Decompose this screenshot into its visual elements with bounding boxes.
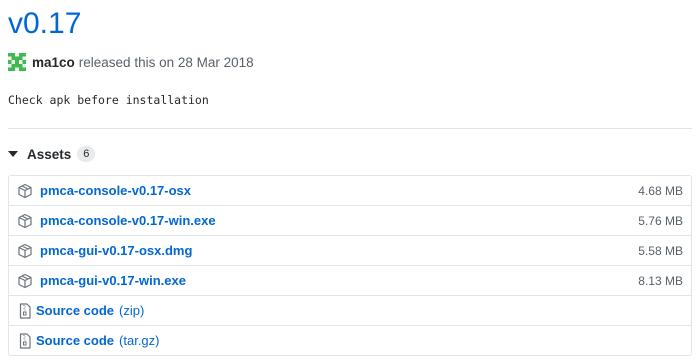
assets-list: pmca-console-v0.17-osx 4.68 MB pmca-cons… <box>8 175 692 356</box>
source-code-zip-link[interactable]: Source code (zip) <box>36 303 144 318</box>
source-code-format: (zip) <box>119 303 145 318</box>
source-row: Source code (zip) <box>9 295 691 325</box>
triangle-down-icon <box>8 151 18 157</box>
package-icon <box>18 213 32 228</box>
asset-link[interactable]: pmca-console-v0.17-osx <box>40 183 191 198</box>
asset-row: pmca-gui-v0.17-win.exe 8.13 MB <box>9 265 691 295</box>
release-date-text: released this on 28 Mar 2018 <box>78 54 254 70</box>
source-code-tar-link[interactable]: Source code (tar.gz) <box>36 333 160 348</box>
asset-row: pmca-console-v0.17-win.exe 5.76 MB <box>9 205 691 235</box>
asset-size: 8.13 MB <box>638 273 683 288</box>
source-code-label: Source code <box>36 303 115 318</box>
author-link[interactable]: ma1co <box>32 55 75 70</box>
file-zip-icon <box>19 302 31 319</box>
asset-row: pmca-console-v0.17-osx 4.68 MB <box>9 176 691 205</box>
source-code-format: (tar.gz) <box>119 333 160 348</box>
asset-size: 5.58 MB <box>638 243 683 258</box>
release-description: Check apk before installation <box>8 93 209 107</box>
author-avatar[interactable] <box>8 53 26 71</box>
assets-label: Assets <box>27 146 72 162</box>
asset-link[interactable]: pmca-gui-v0.17-win.exe <box>40 273 186 288</box>
package-icon <box>18 243 32 258</box>
file-zip-icon <box>19 332 31 349</box>
release-meta: ma1co released this on 28 Mar 2018 <box>8 53 254 71</box>
asset-link[interactable]: pmca-gui-v0.17-osx.dmg <box>40 243 192 258</box>
source-code-label: Source code <box>36 333 115 348</box>
asset-row: pmca-gui-v0.17-osx.dmg 5.58 MB <box>9 235 691 265</box>
asset-size: 4.68 MB <box>638 183 683 198</box>
package-icon <box>18 273 32 288</box>
assets-count-badge: 6 <box>77 146 96 162</box>
divider <box>8 128 692 129</box>
release-title[interactable]: v0.17 <box>8 4 81 44</box>
source-row: Source code (tar.gz) <box>9 325 691 355</box>
asset-size: 5.76 MB <box>638 213 683 228</box>
asset-link[interactable]: pmca-console-v0.17-win.exe <box>40 213 216 228</box>
package-icon <box>18 183 32 198</box>
assets-toggle[interactable]: Assets 6 <box>8 145 96 163</box>
